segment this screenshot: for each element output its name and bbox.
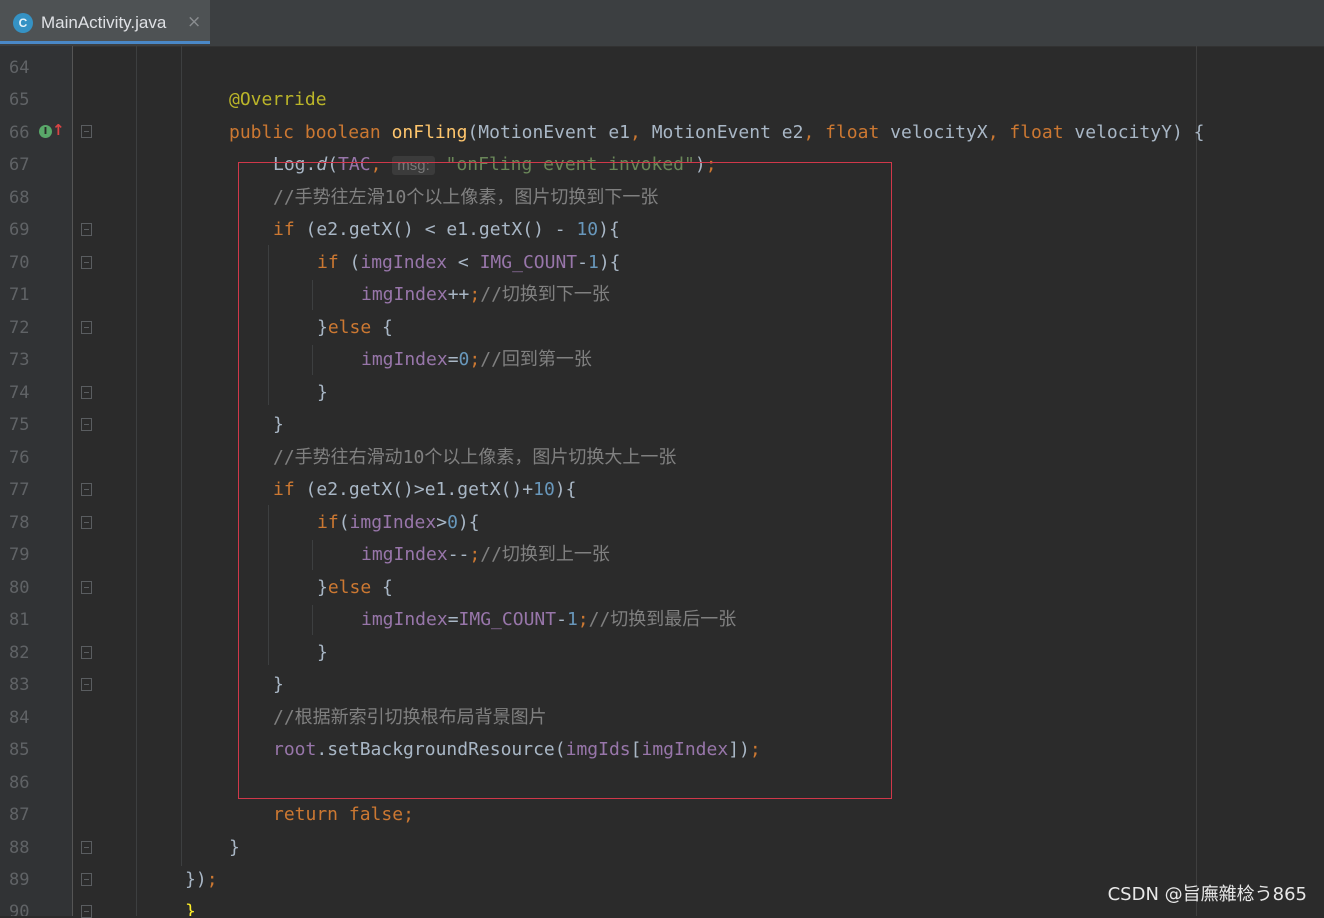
- code-token: ,: [987, 122, 1010, 143]
- line-number: 64: [9, 58, 30, 78]
- type-name: MotionEvent: [478, 122, 598, 143]
- parameter: velocityY: [1063, 122, 1172, 143]
- annotation: @Override: [229, 89, 327, 110]
- line-number: 65: [9, 90, 30, 110]
- keyword: float: [1009, 122, 1064, 143]
- line-number: 68: [9, 188, 30, 208]
- line-number: 73: [9, 350, 30, 370]
- line-number: 85: [9, 740, 30, 760]
- line-number: 82: [9, 643, 30, 663]
- line-number: 83: [9, 675, 30, 695]
- code-text: }: [229, 837, 240, 858]
- line-number: 75: [9, 415, 30, 435]
- code-text: @Override: [229, 89, 327, 111]
- watermark: CSDN @旨廡雜棯う865: [1107, 884, 1307, 905]
- line-number: 70: [9, 253, 30, 273]
- line-number: 66: [9, 123, 30, 143]
- line-number: 88: [9, 838, 30, 858]
- line-number: 81: [9, 610, 30, 630]
- keyword: float: [825, 122, 880, 143]
- code-token: ,: [803, 122, 826, 143]
- line-number: 84: [9, 708, 30, 728]
- code-token: ;: [403, 804, 414, 825]
- parameter: velocityX: [879, 122, 988, 143]
- code-line-88[interactable]: 88 }: [0, 832, 1324, 864]
- line-number: 74: [9, 383, 30, 403]
- keyword: public: [229, 122, 295, 143]
- method-name: onFling: [391, 122, 468, 143]
- code-line-66[interactable]: 66 public boolean onFling(MotionEvent e1…: [0, 117, 1324, 149]
- line-number: 90: [9, 902, 30, 916]
- code-text: return false;: [273, 804, 414, 826]
- code-text: });: [185, 869, 218, 891]
- code-line-87[interactable]: 87 return false;: [0, 799, 1324, 831]
- code-line-65[interactable]: 65 @Override: [0, 84, 1324, 116]
- line-number: 71: [9, 285, 30, 305]
- line-number: 86: [9, 773, 30, 793]
- highlight-box: [238, 162, 892, 799]
- keyword: return: [273, 804, 339, 825]
- line-number: 87: [9, 805, 30, 825]
- parameter: e2: [770, 122, 804, 143]
- line-number: 78: [9, 513, 30, 533]
- line-number: 72: [9, 318, 30, 338]
- code-token: ;: [206, 869, 218, 890]
- line-number: 76: [9, 448, 30, 468]
- parameter: e1: [597, 122, 631, 143]
- line-number: 80: [9, 578, 30, 598]
- code-token: }): [185, 869, 207, 890]
- keyword: boolean: [304, 122, 381, 143]
- code-text: public boolean onFling(MotionEvent e1, M…: [229, 122, 1204, 144]
- code-line-64[interactable]: 64: [0, 52, 1324, 84]
- code-token: ) {: [1171, 122, 1205, 143]
- code-token: ,: [630, 122, 652, 143]
- line-number: 89: [9, 870, 30, 890]
- type-name: MotionEvent: [651, 122, 771, 143]
- line-number: 67: [9, 155, 30, 175]
- line-number: 69: [9, 220, 30, 240]
- code-token: (: [467, 122, 479, 143]
- code-text: }: [185, 901, 196, 916]
- line-number: 77: [9, 480, 30, 500]
- line-number: 79: [9, 545, 30, 565]
- keyword: false: [338, 804, 404, 825]
